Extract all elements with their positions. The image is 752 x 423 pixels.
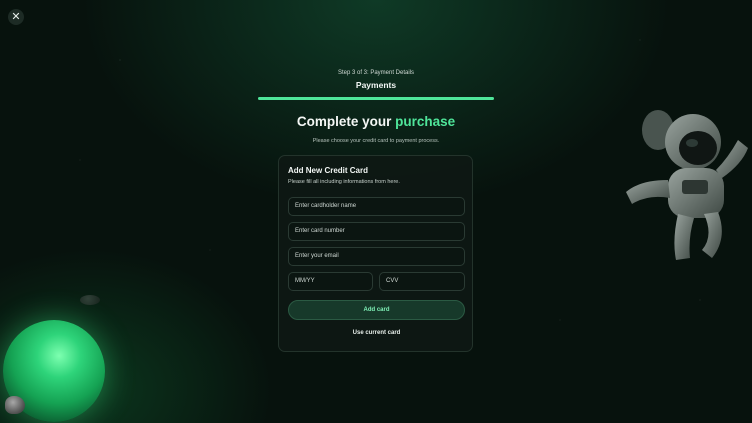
page-heading: Payments [355,80,397,90]
asteroid-illustration [5,396,25,414]
step-indicator: Step 3 of 3: Payment Details [337,70,415,76]
close-icon: ✕ [11,11,21,23]
use-current-card-link[interactable]: Use current card [279,330,474,336]
cardholder-name-input[interactable]: Enter cardholder name [288,197,465,216]
email-input[interactable]: Enter your email [288,247,465,266]
close-button[interactable]: ✕ [8,9,24,25]
form-description: Please fill all including informations f… [288,179,400,185]
title-accent: purchase [395,114,456,129]
card-number-input[interactable]: Enter card number [288,222,465,241]
expiry-input[interactable]: MM/YY [288,272,373,291]
progress-bar [258,97,494,100]
add-card-button[interactable]: Add card [288,300,465,320]
form-title: Add New Credit Card [288,166,369,175]
credit-card-form: Add New Credit Card Please fill all incl… [278,155,473,352]
astronaut-illustration [626,110,748,260]
progress-bar-fill [258,97,494,100]
title-text: Complete your [296,114,396,129]
asteroid-illustration [80,295,100,305]
cvv-input[interactable]: CVV [379,272,465,291]
